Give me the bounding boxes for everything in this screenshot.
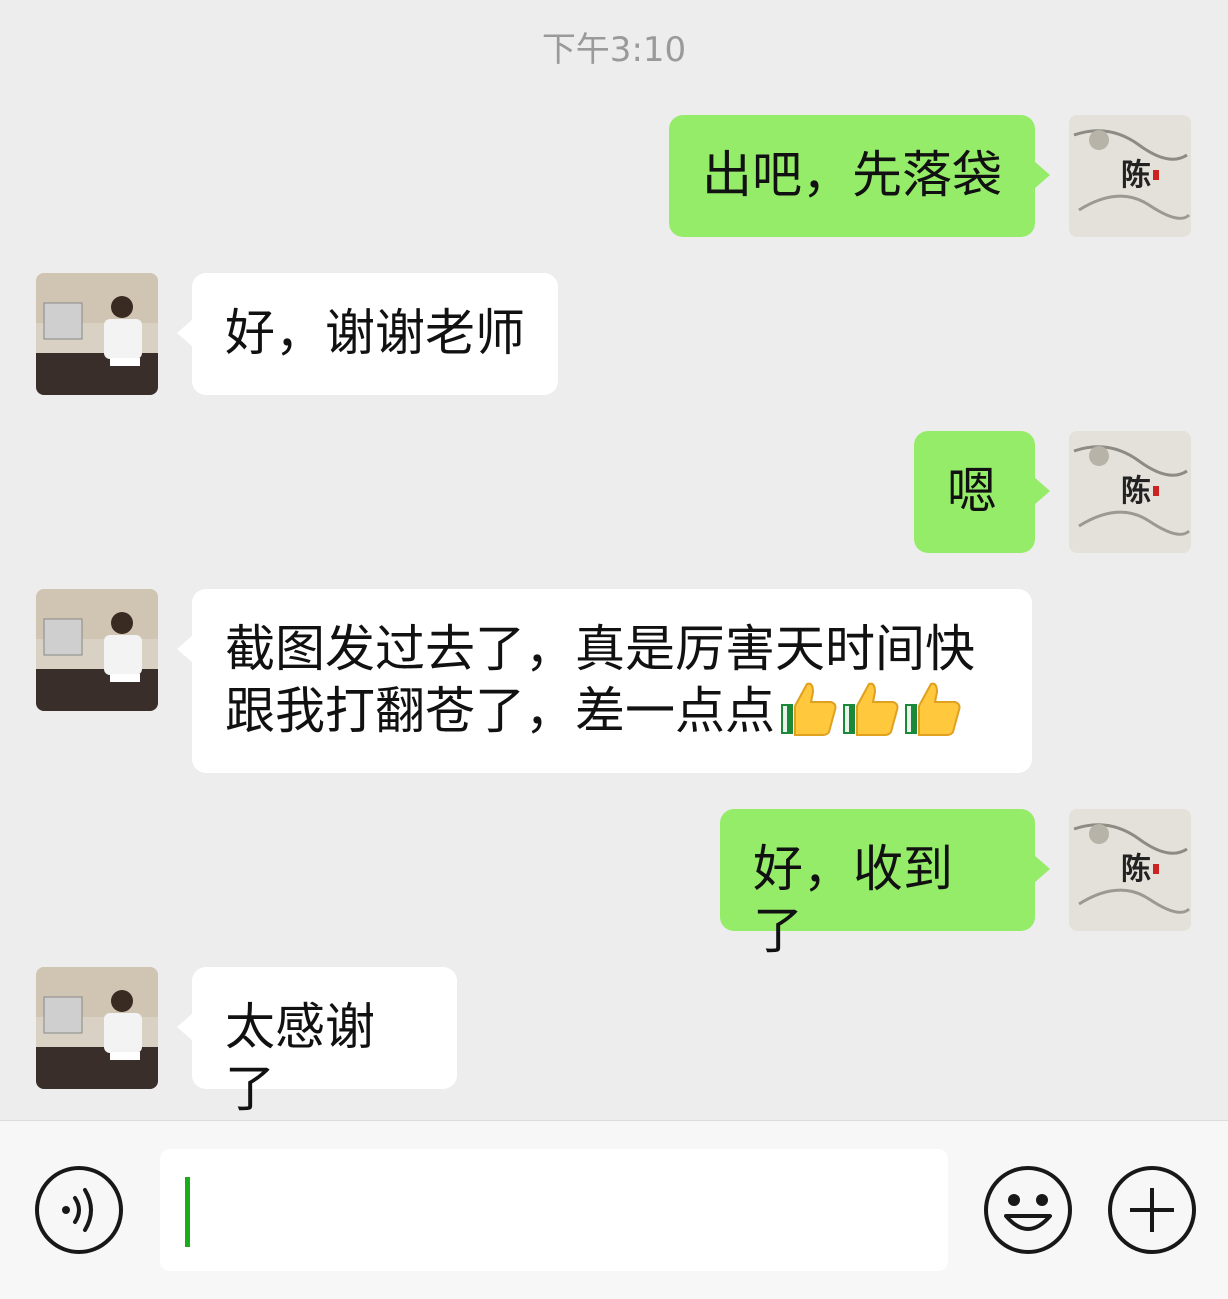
self-avatar[interactable]: 陈 bbox=[1069, 809, 1191, 931]
emoji-icon[interactable] bbox=[982, 1164, 1074, 1256]
text-caret bbox=[185, 1177, 190, 1247]
outgoing-message-bubble[interactable]: 出吧，先落袋 bbox=[669, 115, 1050, 237]
voice-icon[interactable] bbox=[33, 1164, 125, 1256]
thumbs-up-icon bbox=[903, 680, 961, 736]
self-avatar[interactable]: 陈 bbox=[1069, 115, 1191, 237]
contact-avatar[interactable] bbox=[36, 967, 158, 1089]
contact-avatar[interactable] bbox=[36, 589, 158, 711]
thumbs-up-icon bbox=[841, 680, 899, 736]
outgoing-message-bubble[interactable]: 嗯 bbox=[914, 431, 1050, 553]
avatar-initial: 陈 bbox=[1121, 852, 1151, 887]
chat-area: 下午3:10 出吧，先落袋 陈 好，谢谢老师 嗯 陈 截图发过去了，真是厉害天时… bbox=[0, 0, 1228, 1120]
message-input[interactable] bbox=[160, 1149, 948, 1271]
message-timestamp: 下午3:10 bbox=[541, 30, 687, 70]
incoming-message-bubble[interactable]: 截图发过去了，真是厉害天时间快 跟我打翻苍了，差一点点 bbox=[177, 589, 1032, 773]
avatar-initial: 陈 bbox=[1121, 158, 1151, 193]
plus-icon[interactable] bbox=[1106, 1164, 1198, 1256]
incoming-message-bubble[interactable]: 好，谢谢老师 bbox=[177, 273, 558, 395]
contact-avatar[interactable] bbox=[36, 273, 158, 395]
incoming-message-bubble[interactable]: 太感谢了 bbox=[177, 967, 457, 1118]
outgoing-message-bubble[interactable]: 好，收到了 bbox=[720, 809, 1050, 960]
avatar-initial: 陈 bbox=[1121, 474, 1151, 509]
input-toolbar bbox=[0, 1120, 1228, 1299]
thumbs-up-icon bbox=[779, 680, 837, 736]
self-avatar[interactable]: 陈 bbox=[1069, 431, 1191, 553]
